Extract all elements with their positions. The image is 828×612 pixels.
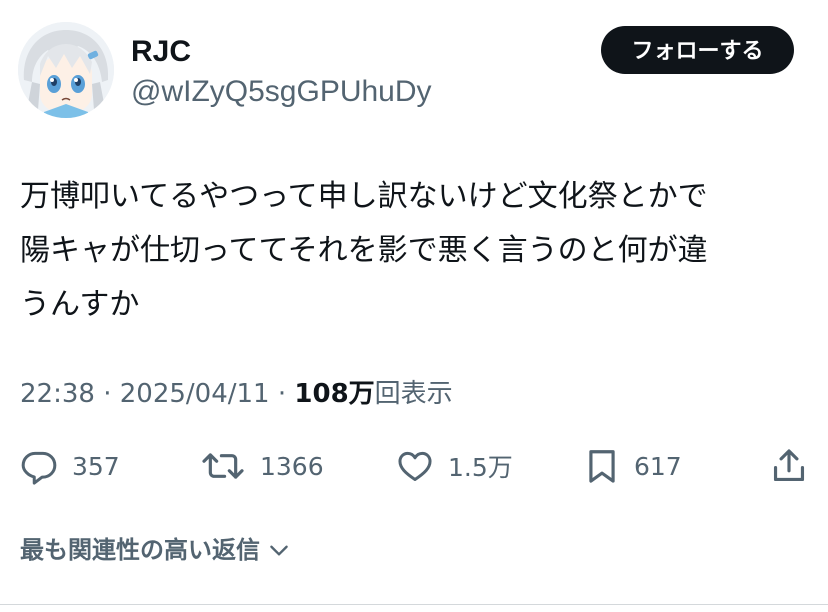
tweet-text-line: 万博叩いてるやつって申し訳ないけど文化祭とかで: [20, 179, 708, 214]
like-button[interactable]: 1.5万: [396, 440, 513, 492]
avatar[interactable]: [18, 22, 114, 118]
avatar-image: [18, 22, 114, 118]
bookmark-count: 617: [634, 451, 682, 481]
reply-sort-label: 最も関連性の高い返信: [20, 536, 260, 564]
tweet-date[interactable]: 2025/04/11: [120, 379, 270, 409]
views-count[interactable]: 108万: [294, 379, 374, 409]
reply-icon: [21, 451, 57, 485]
views-label: 回表示: [374, 379, 453, 409]
tweet-time[interactable]: 22:38: [20, 379, 95, 409]
user-handle[interactable]: @wIZyQ5sgGPUhuDy: [131, 74, 432, 110]
meta-separator: ·: [103, 379, 112, 409]
follow-button[interactable]: フォローする: [601, 26, 794, 74]
meta-separator: ·: [277, 379, 287, 409]
repost-icon: [202, 453, 244, 479]
bookmark-button[interactable]: 617: [584, 440, 682, 492]
chevron-down-icon: [270, 545, 288, 556]
like-icon: [398, 451, 432, 481]
repost-button[interactable]: 1366: [200, 440, 324, 492]
reply-button[interactable]: 357: [20, 440, 120, 492]
tweet-text: 万博叩いてるやつって申し訳ないけど文化祭とかで 陽キャが仕切っててそれを影で悪く…: [20, 170, 812, 332]
reply-count: 357: [72, 451, 120, 481]
divider: [0, 604, 828, 605]
bookmark-icon: [589, 450, 615, 483]
tweet-text-line: 陽キャが仕切っててそれを影で悪く言うのと何が違: [20, 233, 708, 268]
tweet-text-line: うんすか: [20, 287, 140, 322]
reply-sort-dropdown[interactable]: 最も関連性の高い返信: [20, 532, 292, 568]
share-icon: [773, 449, 805, 482]
share-button[interactable]: [770, 440, 808, 492]
tweet-meta: 22:38 · 2025/04/11 · 108万回表示: [20, 376, 453, 412]
display-name[interactable]: RJC: [131, 34, 191, 70]
repost-count: 1366: [260, 451, 324, 481]
like-count: 1.5万: [448, 453, 513, 482]
action-bar: 357 1366 1.5万 617: [0, 440, 828, 492]
